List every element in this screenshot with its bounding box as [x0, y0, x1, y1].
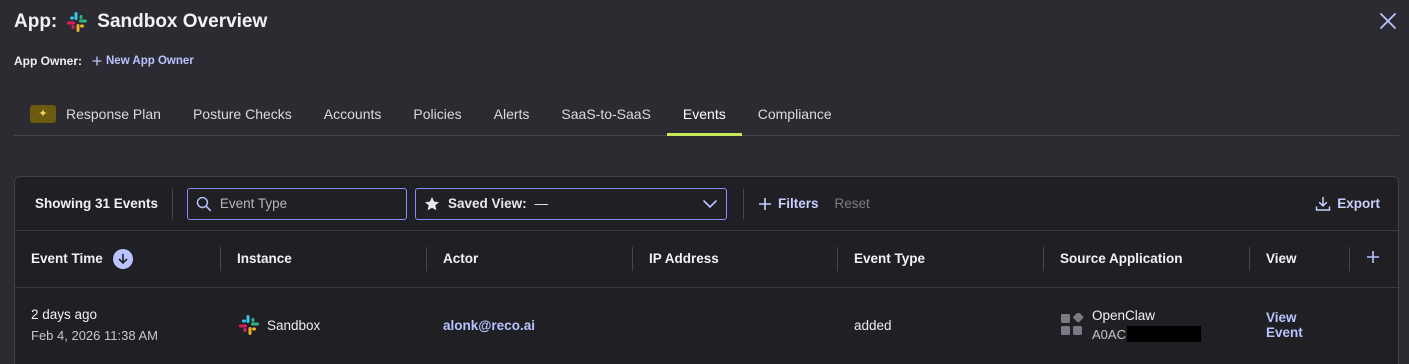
source-application-name: OpenClaw — [1092, 308, 1156, 324]
slack-icon — [239, 315, 259, 336]
cell-ip-address — [633, 287, 838, 363]
app-grid-icon — [1061, 313, 1084, 336]
view-event-link[interactable]: View Event — [1266, 310, 1303, 340]
column-label: Event Type — [854, 251, 926, 267]
cell-event-time: 2 days ago Feb 4, 2026 11:38 AM — [15, 287, 221, 363]
export-button[interactable]: Export — [1315, 196, 1380, 212]
tab-label: SaaS-to-SaaS — [561, 105, 651, 122]
filters-label: Filters — [778, 196, 819, 211]
column-ip-address[interactable]: IP Address — [633, 231, 838, 287]
page-title: Sandbox Overview — [97, 11, 268, 32]
tab-accounts[interactable]: Accounts — [308, 92, 398, 135]
column-event-type[interactable]: Event Type — [838, 231, 1044, 287]
sort-descending-icon[interactable] — [112, 248, 133, 269]
cell-event-type: added — [854, 317, 892, 333]
page-header: App: Sandbox Overview — [14, 8, 267, 36]
page-title-prefix: App: — [14, 11, 58, 32]
app-owner-row: App Owner: New App Owner — [14, 52, 194, 70]
column-label: IP Address — [649, 251, 719, 267]
events-panel: Showing 31 Events Saved View: — Filters — [14, 176, 1400, 364]
sparkle-icon: ✦ — [30, 104, 56, 123]
tab-alerts[interactable]: Alerts — [478, 92, 546, 135]
column-label: View — [1266, 251, 1297, 267]
column-view[interactable]: View — [1250, 231, 1350, 287]
tab-label: Accounts — [323, 105, 382, 122]
saved-view-label: Saved View: — [448, 196, 527, 211]
cell-view: View Event — [1250, 287, 1350, 363]
tab-label: Compliance — [757, 105, 832, 122]
close-icon — [1380, 13, 1396, 29]
cell-empty — [1350, 287, 1400, 363]
events-toolbar: Showing 31 Events Saved View: — Filters — [15, 177, 1398, 231]
events-table: Event Time Instance Actor IP Address Eve… — [15, 231, 1400, 363]
tab-label: Events — [682, 105, 726, 122]
tab-response-plan[interactable]: ✦ Response Plan — [14, 92, 177, 135]
search-icon — [196, 196, 212, 211]
tab-label: Posture Checks — [192, 105, 292, 122]
tab-posture-checks[interactable]: Posture Checks — [177, 92, 308, 135]
tab-policies[interactable]: Policies — [397, 92, 477, 135]
source-id-text: A0AC — [1092, 326, 1126, 342]
reset-button[interactable]: Reset — [835, 196, 870, 211]
filters-button[interactable]: Filters — [758, 196, 819, 211]
column-actor[interactable]: Actor — [427, 231, 633, 287]
event-time-relative: 2 days ago — [31, 307, 98, 323]
export-label: Export — [1337, 196, 1380, 211]
column-add — [1350, 231, 1400, 287]
table-header-row: Event Time Instance Actor IP Address Eve… — [15, 231, 1400, 287]
cell-instance: Sandbox — [221, 287, 427, 363]
tab-label: Policies — [413, 105, 462, 122]
actor-link[interactable]: alonk@reco.ai — [443, 318, 535, 333]
saved-view-dropdown[interactable]: Saved View: — — [415, 187, 728, 220]
plus-icon — [92, 56, 102, 66]
saved-view-value: — — [534, 196, 549, 211]
toolbar-divider — [743, 188, 745, 219]
cell-actor: alonk@reco.ai — [427, 287, 633, 363]
app-owner-label: App Owner: — [14, 54, 82, 68]
plus-icon — [759, 197, 772, 210]
table-row[interactable]: 2 days ago Feb 4, 2026 11:38 AM Sandbox … — [15, 287, 1400, 363]
event-time-absolute: Feb 4, 2026 11:38 AM — [31, 328, 158, 344]
cell-source-application: OpenClaw A0AC — [1044, 287, 1250, 363]
instance-name: Sandbox — [267, 317, 321, 333]
column-label: Source Application — [1060, 251, 1183, 267]
tab-bar: ✦ Response Plan Posture Checks Accounts … — [14, 92, 1399, 136]
plus-icon — [1367, 251, 1379, 264]
star-icon — [425, 196, 440, 210]
add-column-button[interactable] — [1366, 250, 1380, 264]
column-label: Instance — [237, 251, 292, 267]
close-button[interactable] — [1377, 10, 1399, 32]
download-icon — [1315, 196, 1331, 211]
search-input[interactable] — [219, 196, 399, 211]
chevron-down-icon — [703, 199, 717, 208]
new-app-owner-label: New App Owner — [106, 55, 194, 67]
column-label: Actor — [443, 251, 479, 267]
arrow-down-icon — [118, 253, 128, 264]
new-app-owner-button[interactable]: New App Owner — [92, 55, 194, 67]
tab-label: Response Plan — [66, 105, 161, 122]
toolbar-divider — [172, 188, 174, 219]
column-instance[interactable]: Instance — [221, 231, 427, 287]
source-application-id: A0AC — [1092, 326, 1201, 343]
tab-label: Alerts — [493, 105, 530, 122]
event-type-search[interactable] — [187, 187, 408, 220]
redaction-block — [1126, 326, 1201, 343]
events-count: Showing 31 Events — [35, 196, 159, 211]
column-label: Event Time — [31, 251, 103, 267]
slack-icon — [67, 12, 88, 32]
column-event-time[interactable]: Event Time — [15, 231, 221, 287]
tab-compliance[interactable]: Compliance — [742, 92, 848, 135]
column-source-application[interactable]: Source Application — [1044, 231, 1250, 287]
tab-events[interactable]: Events — [666, 92, 742, 136]
tab-saas-to-saas[interactable]: SaaS-to-SaaS — [545, 92, 667, 135]
